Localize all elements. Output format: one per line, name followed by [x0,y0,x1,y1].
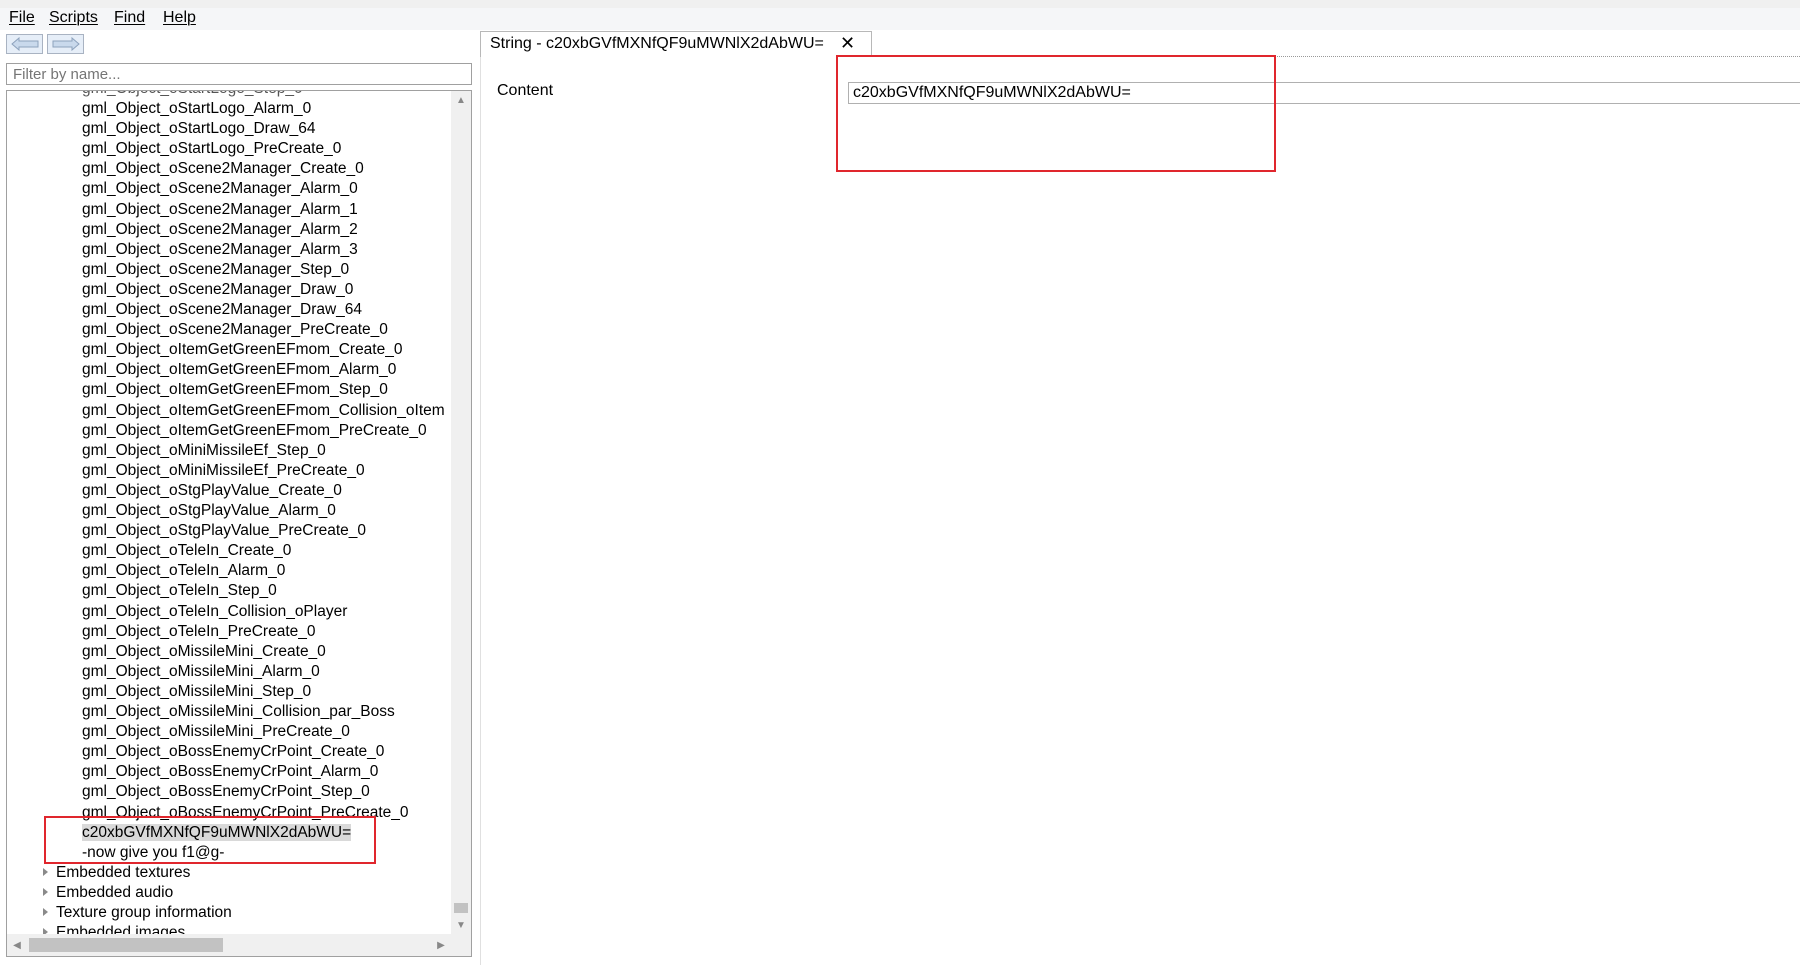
tree-item[interactable]: gml_Object_oStartLogo_Draw_64 [82,119,451,139]
back-button[interactable] [6,34,43,54]
tree-list: gml_Object_oStartLogo_Step_0 gml_Object_… [7,91,451,934]
tree-item[interactable]: gml_Object_oMissileMini_Collision_par_Bo… [82,702,451,722]
menu-file[interactable]: File [9,9,35,27]
vertical-scroll-thumb[interactable] [454,903,468,913]
forward-button[interactable] [47,34,84,54]
arrow-right-icon [52,37,80,51]
tree-item[interactable]: gml_Object_oItemGetGreenEFmom_Collision_… [82,401,451,421]
tree-section-label: Embedded images [56,924,186,934]
tree-item[interactable]: gml_Object_oMissileMini_Create_0 [82,642,451,662]
tree-item[interactable]: gml_Object_oTeleIn_Step_0 [82,581,451,601]
tree-item[interactable]: gml_Object_oMissileMini_Alarm_0 [82,662,451,682]
tree-section[interactable]: Embedded images [43,923,185,934]
tree-item[interactable]: gml_Object_oScene2Manager_Step_0 [82,260,451,280]
horizontal-scroll-thumb[interactable] [29,938,223,952]
scroll-corner [451,934,471,956]
scroll-right-icon[interactable]: ▶ [431,934,451,956]
expand-arrow-icon[interactable] [43,867,48,876]
menu-find[interactable]: Find [114,9,145,27]
tree-item[interactable]: gml_Object_oScene2Manager_Create_0 [82,159,451,179]
tree-highlight-box [44,816,376,864]
tree-section[interactable]: Embedded textures [43,863,190,883]
tree-section-label: Embedded textures [56,863,191,881]
tree-item[interactable]: gml_Object_oStgPlayValue_PreCreate_0 [82,521,451,541]
tree-item[interactable]: gml_Object_oScene2Manager_Draw_64 [82,300,451,320]
tree-section-label: Texture group information [56,904,232,921]
tree-item[interactable]: gml_Object_oStartLogo_Alarm_0 [82,99,451,119]
tree-item[interactable]: gml_Object_oBossEnemyCrPoint_Create_0 [82,742,451,762]
content-pane-border [480,56,482,965]
horizontal-scrollbar[interactable]: ◀ ▶ [7,934,451,956]
content-highlight-box [836,55,1276,172]
tree-item[interactable]: gml_Object_oScene2Manager_Alarm_0 [82,179,451,199]
vertical-scrollbar[interactable]: ▲ ▼ [451,91,471,934]
tree-item[interactable]: gml_Object_oMiniMissileEf_Step_0 [82,441,451,461]
tree-item[interactable]: gml_Object_oMissileMini_Step_0 [82,682,451,702]
tree-item[interactable]: gml_Object_oTeleIn_Create_0 [82,541,451,561]
tree-item[interactable]: gml_Object_oItemGetGreenEFmom_Step_0 [82,380,451,400]
filter-input[interactable] [6,63,472,85]
tree-item[interactable]: gml_Object_oItemGetGreenEFmom_Create_0 [82,340,451,360]
tab-label: String - c20xbGVfMXNfQF9uMWNlX2dAbWU= [490,35,824,52]
expand-arrow-icon[interactable] [43,907,48,916]
menu-help[interactable]: Help [163,9,196,27]
scroll-down-icon[interactable]: ▼ [451,916,471,934]
tree-item-partial[interactable]: gml_Object_oStartLogo_Step_0 [82,91,451,99]
tree-item[interactable]: gml_Object_oTeleIn_Alarm_0 [82,561,451,581]
tree-item[interactable]: gml_Object_oItemGetGreenEFmom_PreCreate_… [82,421,451,441]
tree-item[interactable]: gml_Object_oBossEnemyCrPoint_Step_0 [82,782,451,802]
arrow-left-icon [10,37,38,51]
content-label: Content [497,82,554,99]
tree-item[interactable]: gml_Object_oScene2Manager_Draw_0 [82,280,451,300]
menu-bar: File Scripts Find Help [0,8,1800,30]
tree-item[interactable]: gml_Object_oStartLogo_PreCreate_0 [82,139,451,159]
tree-section-label: Embedded audio [56,883,174,901]
tree-item[interactable]: gml_Object_oMiniMissileEf_PreCreate_0 [82,461,451,481]
tree-item[interactable]: gml_Object_oTeleIn_Collision_oPlayer [82,602,451,622]
tree-section[interactable]: Embedded audio [43,883,173,903]
tree-item[interactable]: gml_Object_oStgPlayValue_Alarm_0 [82,501,451,521]
scroll-up-icon[interactable]: ▲ [451,91,471,109]
tab-string[interactable]: String - c20xbGVfMXNfQF9uMWNlX2dAbWU= ✕ [480,31,872,57]
tree-item[interactable]: gml_Object_oScene2Manager_Alarm_1 [82,200,451,220]
menu-scripts[interactable]: Scripts [49,9,98,27]
expand-arrow-icon[interactable] [43,887,48,896]
tree-item[interactable]: gml_Object_oTeleIn_PreCreate_0 [82,622,451,642]
tree-item[interactable]: gml_Object_oScene2Manager_PreCreate_0 [82,320,451,340]
scroll-left-icon[interactable]: ◀ [7,934,27,956]
tree-item[interactable]: gml_Object_oScene2Manager_Alarm_3 [82,240,451,260]
tree-item[interactable]: gml_Object_oBossEnemyCrPoint_Alarm_0 [82,762,451,782]
close-icon[interactable]: ✕ [840,33,855,54]
tree-item[interactable]: gml_Object_oScene2Manager_Alarm_2 [82,220,451,240]
tree-section[interactable]: Texture group information [43,903,232,923]
window-title-strip [0,0,1800,8]
tree-item[interactable]: gml_Object_oStgPlayValue_Create_0 [82,481,451,501]
tree-item[interactable]: gml_Object_oMissileMini_PreCreate_0 [82,722,451,742]
tree-item[interactable]: gml_Object_oItemGetGreenEFmom_Alarm_0 [82,360,451,380]
